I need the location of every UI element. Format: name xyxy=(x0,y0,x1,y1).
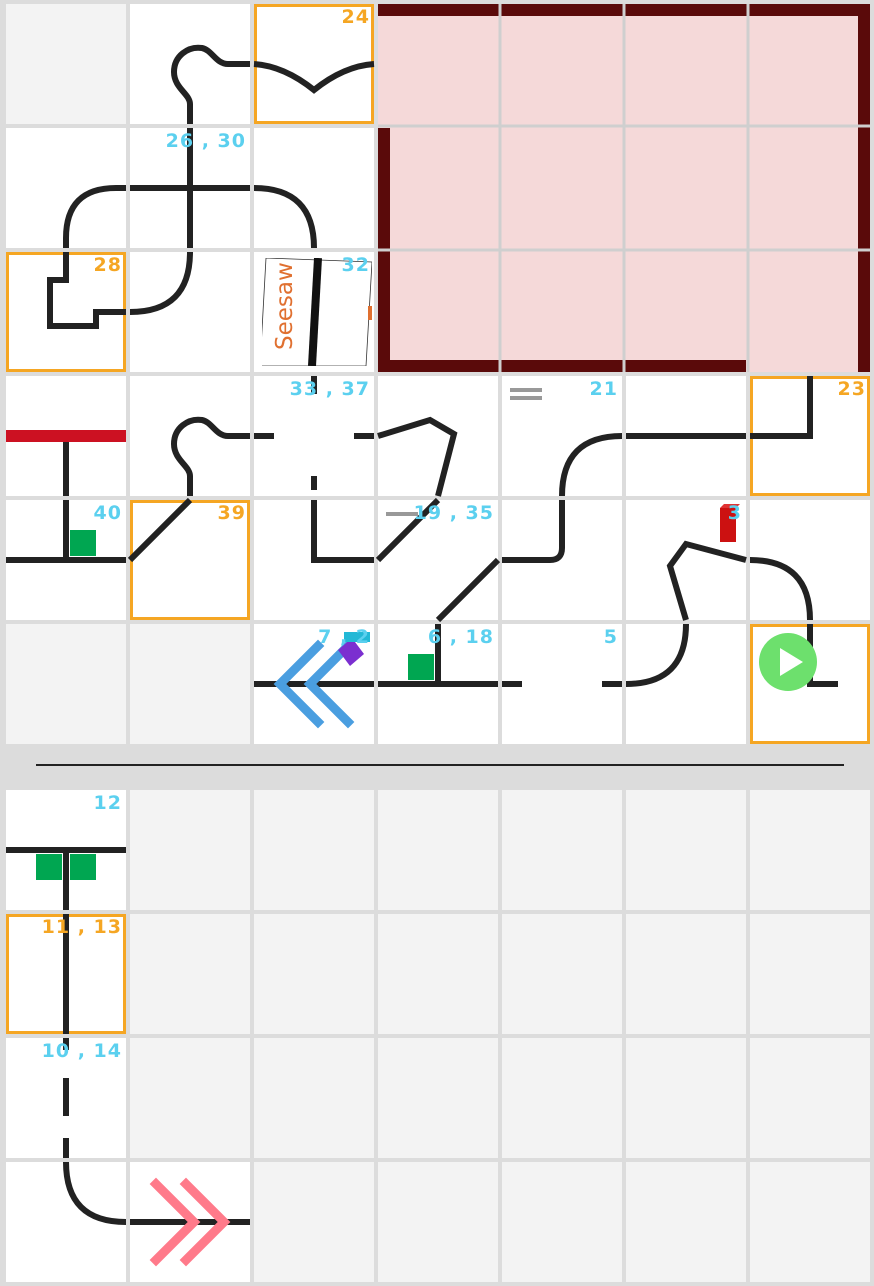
tray-empty-slot[interactable] xyxy=(626,914,746,1034)
tray-empty-slot[interactable] xyxy=(626,1038,746,1158)
tile-number-badge: 7 , 2 xyxy=(318,626,370,648)
seesaw-tile[interactable]: Seesaw 32 xyxy=(254,252,374,372)
tray-empty-slot[interactable] xyxy=(502,790,622,910)
tray-empty-slot[interactable] xyxy=(750,914,870,1034)
tile-number-badge: 24 xyxy=(341,6,370,28)
tray-empty-slot[interactable] xyxy=(254,1162,374,1282)
tray-empty-slot[interactable] xyxy=(502,1162,622,1282)
tray-empty-slot[interactable] xyxy=(130,914,250,1034)
tray-empty-slot[interactable] xyxy=(626,1162,746,1282)
red-bar xyxy=(6,430,126,442)
tray-empty-slot[interactable] xyxy=(254,914,374,1034)
tile-number-badge: 12 xyxy=(93,792,122,814)
empty-slot[interactable] xyxy=(130,624,250,744)
tray-empty-slot[interactable] xyxy=(130,1038,250,1158)
track-tile-zigzag[interactable]: 3 xyxy=(626,500,747,621)
track-tile-curve[interactable] xyxy=(625,623,746,744)
green-marker-icon xyxy=(70,530,96,556)
track-tile-diagonal[interactable]: 19 , 35 xyxy=(375,497,501,623)
track-tile-curve[interactable]: 21 xyxy=(502,376,623,497)
track-tile-gap[interactable]: 5 xyxy=(502,624,622,744)
tray-empty-slot[interactable] xyxy=(626,790,746,910)
tile-number-badge: 28 xyxy=(93,254,122,276)
tray-empty-slot[interactable] xyxy=(378,914,498,1034)
green-marker-icon xyxy=(70,854,96,880)
track-tile-barrier[interactable] xyxy=(6,376,126,496)
tile-number-badge: 40 xyxy=(93,502,122,524)
track-tile-curve[interactable] xyxy=(502,500,622,620)
track-tile-curve[interactable] xyxy=(129,251,250,372)
tray-divider xyxy=(0,746,874,786)
tray-tile-curve[interactable] xyxy=(6,1161,127,1282)
track-tile-zigzag[interactable] xyxy=(377,376,498,497)
tray-empty-slot[interactable] xyxy=(502,914,622,1034)
tile-number-badge: 32 xyxy=(341,254,370,276)
tile-number-badge: 10 , 14 xyxy=(41,1040,122,1062)
tray-empty-slot[interactable] xyxy=(502,1038,622,1158)
green-marker-icon xyxy=(36,854,62,880)
track-tile-junction[interactable]: 40 xyxy=(6,500,126,620)
tile-number-badge: 21 xyxy=(589,378,618,400)
track-tile-curve[interactable] xyxy=(253,128,374,249)
tray-tile-12[interactable]: 12 xyxy=(6,790,126,910)
track-tile-curve[interactable] xyxy=(749,500,870,621)
tray-empty-slot[interactable] xyxy=(378,1038,498,1158)
tray-empty-slot[interactable] xyxy=(254,1038,374,1158)
track-tile-39[interactable]: 39 xyxy=(127,497,250,620)
puzzle-board: 24 26 , 30 28 Seesaw 32 33 , 37 21 23 40… xyxy=(0,0,874,1286)
tile-number-badge: 26 , 30 xyxy=(165,130,246,152)
track-tile-curve[interactable] xyxy=(6,128,126,248)
empty-slot[interactable] xyxy=(6,624,126,744)
tile-number-badge: 3 xyxy=(727,502,742,524)
tray-empty-slot[interactable] xyxy=(378,1162,498,1282)
tile-number-badge: 5 xyxy=(603,626,618,648)
tile-number-badge: 11 , 13 xyxy=(41,916,122,938)
start-tile[interactable] xyxy=(750,624,870,744)
seesaw-label: Seesaw xyxy=(272,262,298,350)
tray-empty-slot[interactable] xyxy=(750,1038,870,1158)
tile-number-badge: 33 , 37 xyxy=(289,378,370,400)
tray-empty-slot[interactable] xyxy=(130,790,250,910)
track-tile-corner[interactable] xyxy=(254,476,374,620)
green-marker-icon xyxy=(408,654,434,680)
zone-grid xyxy=(378,4,870,372)
tile-number-badge: 39 xyxy=(217,502,246,524)
tray-empty-slot[interactable] xyxy=(378,790,498,910)
track-tile-loop[interactable] xyxy=(130,4,250,124)
play-icon[interactable] xyxy=(759,633,817,691)
track-tile-junction[interactable]: 6 , 18 xyxy=(378,624,498,744)
tile-number-badge: 19 , 35 xyxy=(413,502,494,524)
empty-slot[interactable] xyxy=(6,4,126,124)
tray-empty-slot[interactable] xyxy=(254,790,374,910)
tray-tile-11-13[interactable]: 11 , 13 xyxy=(6,914,126,1034)
tray-tile-fast-forward[interactable] xyxy=(130,1162,250,1282)
track-tile-cross[interactable]: 26 , 30 xyxy=(130,128,250,248)
tray-empty-slot[interactable] xyxy=(750,790,870,910)
tile-number-badge: 6 , 18 xyxy=(427,626,494,648)
track-tile-28[interactable]: 28 xyxy=(6,252,126,372)
tile-number-badge: 23 xyxy=(837,378,866,400)
track-tile-24[interactable]: 24 xyxy=(253,4,375,124)
tray-tile-10-14[interactable]: 10 , 14 xyxy=(6,1038,126,1158)
track-tile-rewind[interactable]: 7 , 2 xyxy=(254,624,374,744)
track-tile-straight[interactable] xyxy=(626,376,746,496)
track-tile-23[interactable]: 23 xyxy=(750,376,870,496)
tray-empty-slot[interactable] xyxy=(750,1162,870,1282)
track-tile-loop[interactable] xyxy=(130,376,250,496)
